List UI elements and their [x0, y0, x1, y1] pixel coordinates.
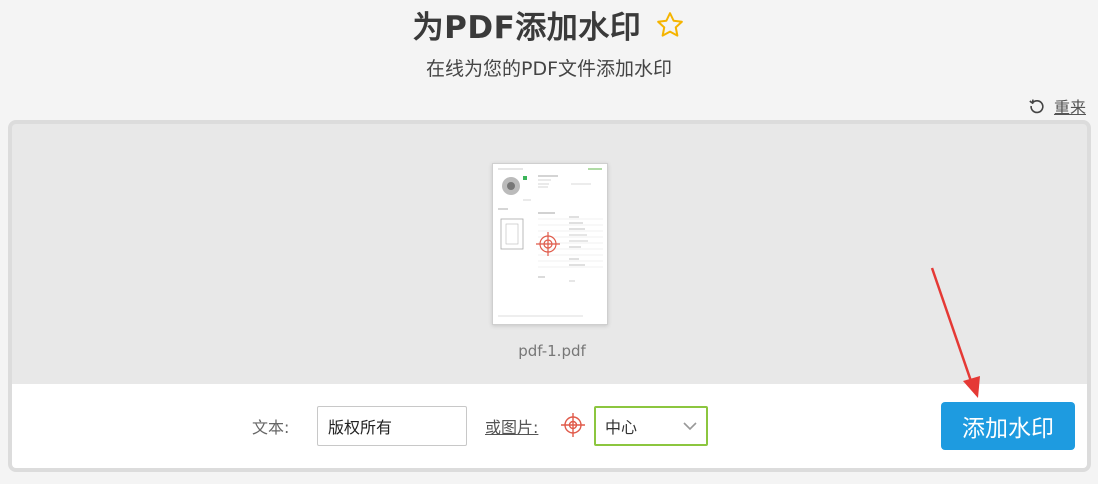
text-label: 文本:	[252, 418, 290, 437]
chevron-down-icon	[683, 422, 697, 431]
workspace-area: pdf-1.pdf 文本: 或图片: 中心 添加水印	[8, 120, 1091, 472]
reset-icon	[1029, 99, 1044, 114]
page-subtitle: 在线为您的PDF文件添加水印	[425, 58, 673, 80]
position-select-value: 中心	[605, 418, 638, 437]
image-link[interactable]: 或图片:	[485, 414, 538, 438]
watermark-toolbar: 文本: 或图片: 中心 添加水印	[12, 384, 1087, 468]
watermark-text-input[interactable]	[317, 406, 467, 446]
title-row: 为PDF添加水印	[0, 2, 1098, 47]
position-select[interactable]: 中心	[594, 406, 708, 446]
pdf-thumbnail[interactable]	[492, 163, 608, 325]
page-title: 为PDF添加水印	[412, 10, 642, 46]
pdf-page-preview	[493, 164, 607, 324]
star-icon[interactable]	[655, 10, 685, 40]
file-name: pdf-1.pdf	[518, 342, 586, 360]
add-watermark-button[interactable]: 添加水印	[941, 402, 1075, 450]
reset-label: 重来	[1053, 98, 1086, 117]
reset-button[interactable]: 重来	[1028, 94, 1086, 118]
target-icon[interactable]	[560, 412, 586, 438]
